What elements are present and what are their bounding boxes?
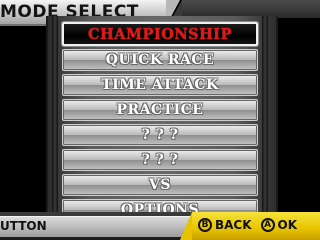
hint-box: UTTON — [0, 216, 210, 237]
menu-item-championship[interactable]: CHAMPIONSHIP — [62, 22, 258, 46]
a-button-icon[interactable]: A — [260, 218, 275, 232]
hint-text: UTTON — [0, 219, 47, 233]
ok-label[interactable]: OK — [278, 218, 298, 232]
menu-item-vs[interactable]: VS — [62, 174, 258, 196]
b-button-icon[interactable]: B — [198, 218, 212, 232]
menu-item-locked-2[interactable]: ? ? ? — [62, 149, 258, 171]
menu-item-quick-race[interactable]: QUICK RACE — [62, 49, 258, 71]
mode-menu: CHAMPIONSHIP QUICK RACE TIME ATTACK PRAC… — [62, 22, 258, 224]
menu-item-time-attack[interactable]: TIME ATTACK — [62, 74, 258, 96]
panel-rail-right — [262, 16, 268, 212]
panel-rail-left — [52, 16, 58, 212]
back-label[interactable]: BACK — [215, 218, 252, 232]
controls-row: B BACK A OK — [198, 218, 303, 232]
menu-item-practice[interactable]: PRACTICE — [62, 99, 258, 121]
menu-item-locked-1[interactable]: ? ? ? — [62, 124, 258, 146]
controls-box: B BACK A OK — [180, 212, 320, 240]
